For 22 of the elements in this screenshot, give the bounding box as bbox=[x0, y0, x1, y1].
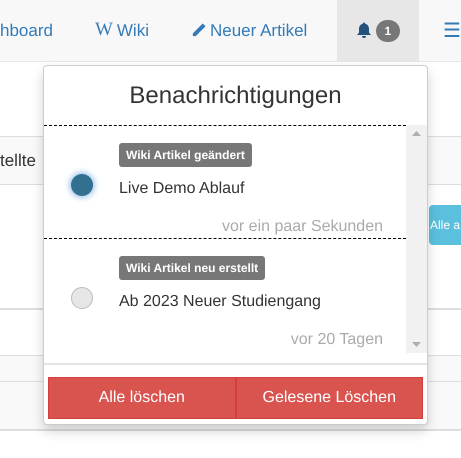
notification-item[interactable]: Wiki Artikel neu erstellt Ab 2023 Neuer Studiengang vor 20 Tagen bbox=[44, 238, 406, 351]
column-header: tellte bbox=[0, 150, 36, 172]
notification-time: vor 20 Tagen bbox=[290, 330, 383, 350]
delete-button[interactable]: Alle löschen bbox=[48, 377, 236, 419]
nav-link[interactable]: hboard bbox=[0, 0, 53, 61]
menu-icon[interactable]: ☰ bbox=[443, 16, 461, 46]
notification-bell-button[interactable]: 1 bbox=[336, 0, 419, 61]
count-badge: 1 bbox=[376, 20, 400, 42]
nav-link[interactable]: Neuer Artikel bbox=[190, 0, 308, 61]
notification-item[interactable]: Wiki Artikel geändert Live Demo Ablauf vor ein paar Sekunden bbox=[44, 125, 406, 238]
dropdown-title: Benachrichtigungen bbox=[128, 80, 343, 110]
category-tag: Wiki Artikel geändert bbox=[119, 143, 252, 167]
category-tag: Wiki Artikel neu erstellt bbox=[119, 256, 266, 280]
notification-title: Live Demo Ablauf bbox=[119, 179, 246, 199]
delete-button[interactable]: Gelesene Löschen bbox=[236, 377, 423, 419]
wiki-icon: W bbox=[94, 16, 113, 45]
notification-time: vor ein paar Sekunden bbox=[222, 217, 383, 237]
scroll-down-icon[interactable] bbox=[412, 342, 421, 347]
pencil-icon bbox=[190, 23, 206, 38]
bell-icon bbox=[356, 22, 372, 39]
nav-link[interactable]: W Wiki bbox=[94, 0, 149, 61]
notification-title: Ab 2023 Neuer Studiengang bbox=[119, 292, 322, 312]
